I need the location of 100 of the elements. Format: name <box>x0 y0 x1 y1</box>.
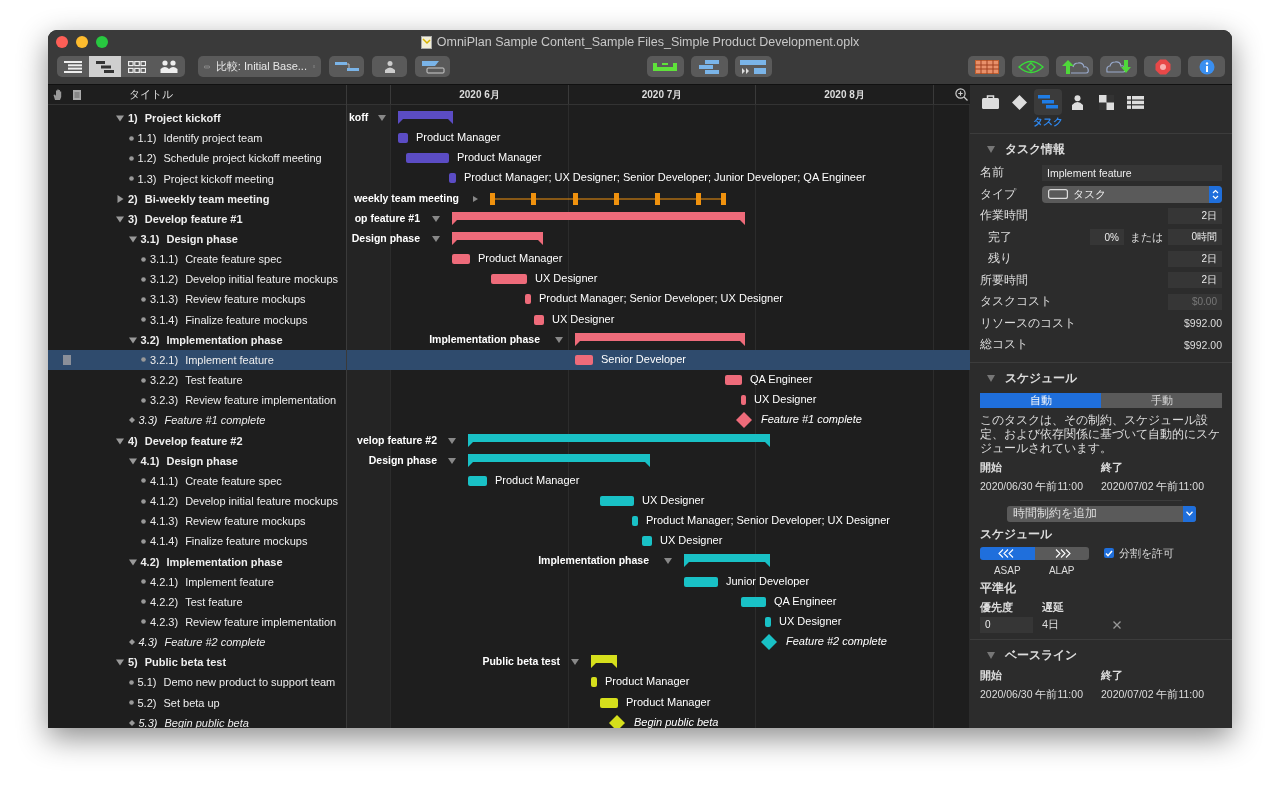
close-button[interactable] <box>56 36 68 48</box>
summary-bar[interactable] <box>575 332 745 346</box>
direction-segment[interactable] <box>1034 546 1089 560</box>
gantt-row[interactable]: UX Designer <box>347 611 970 633</box>
outline-row[interactable]: 1.2) Schedule project kickoff meeting <box>48 148 346 169</box>
gantt-row[interactable]: Product Manager <box>347 692 970 713</box>
gantt-row[interactable]: velop feature #2 <box>347 430 970 451</box>
outline-row[interactable]: 4.1.2) Develop initial feature mockups <box>48 490 346 512</box>
percent-field[interactable]: 0% <box>1090 229 1124 246</box>
task-bar[interactable] <box>491 274 527 285</box>
disclosure-triangle-icon[interactable] <box>432 215 440 222</box>
outline-row[interactable]: 5.1) Demo new product to support team <box>48 672 346 693</box>
toolbar-button[interactable] <box>734 56 772 77</box>
gantt-row[interactable]: Senior Developer <box>347 349 970 371</box>
outline-row[interactable]: 3.1.3) Review feature mockups <box>48 289 346 310</box>
outline-row[interactable]: 3.1.2) Develop initial feature mockups <box>48 269 346 290</box>
outline-row[interactable]: 1) Project kickoff <box>48 108 346 129</box>
gantt-row[interactable]: Feature #1 complete <box>347 410 970 431</box>
gantt-row[interactable]: QA Engineer <box>347 370 970 391</box>
gantt-row[interactable]: UX Designer <box>347 390 970 411</box>
disclosure-triangle-icon[interactable] <box>116 214 124 223</box>
gantt-row[interactable]: Product Manager <box>347 148 970 169</box>
outline-row[interactable]: 4.2.2) Test feature <box>48 591 346 612</box>
outline-row[interactable]: 3.2.1) Implement feature <box>48 349 346 371</box>
task-bar[interactable] <box>741 596 766 607</box>
toolbar-button[interactable] <box>1144 56 1181 77</box>
disclosure-triangle-icon[interactable] <box>448 457 456 464</box>
gantt-row[interactable]: koff <box>347 108 970 129</box>
compare-popup[interactable]: 比較: Initial Base... <box>198 56 321 77</box>
gantt-row[interactable]: Product Manager <box>347 672 970 693</box>
effort-field[interactable]: 2日 <box>1168 207 1222 224</box>
summary-bar[interactable] <box>468 433 770 447</box>
toolbar-button[interactable] <box>1056 56 1093 77</box>
task-bar[interactable] <box>468 475 487 486</box>
task-bar[interactable] <box>632 516 638 527</box>
gantt-row[interactable]: Product Manager <box>347 128 970 149</box>
gantt-row[interactable]: Begin public beta <box>347 712 970 728</box>
gantt-row[interactable]: UX Designer <box>347 531 970 552</box>
task-bar[interactable] <box>591 677 597 688</box>
name-field[interactable]: Implement feature <box>1042 164 1222 181</box>
gantt-row[interactable]: UX Designer <box>347 269 970 290</box>
milestone-diamond[interactable] <box>609 714 625 728</box>
disclosure-triangle-icon[interactable] <box>116 114 124 123</box>
gantt-row[interactable]: Product Manager <box>347 249 970 270</box>
task-bar[interactable] <box>600 697 618 708</box>
view-mode-button[interactable] <box>89 56 121 77</box>
disclosure-triangle-icon[interactable] <box>116 658 124 667</box>
disclosure-triangle-icon[interactable] <box>378 115 386 121</box>
clear-icon[interactable] <box>1113 620 1121 629</box>
outline-row[interactable]: 3.1.1) Create feature spec <box>48 249 346 270</box>
constraint-popup[interactable]: 時間制約を追加 <box>1006 505 1196 522</box>
toolbar-button[interactable] <box>415 56 450 77</box>
disclosure-triangle-icon[interactable] <box>448 437 456 444</box>
outline-row[interactable]: 4.2.1) Implement feature <box>48 571 346 592</box>
schedule-mode-segment[interactable]: 自動 <box>980 392 1101 408</box>
summary-bar[interactable] <box>452 211 745 225</box>
outline-row[interactable]: 4.3) Feature #2 complete <box>48 632 346 653</box>
outline-row[interactable]: 4.2) Implementation phase <box>48 551 346 572</box>
gantt-row[interactable]: UX Designer <box>347 490 970 512</box>
milestone-diamond[interactable] <box>736 412 752 429</box>
gantt-row[interactable]: Design phase <box>347 228 970 250</box>
toolbar-button[interactable] <box>1100 56 1137 77</box>
outline-row[interactable]: 4.1.3) Review feature mockups <box>48 511 346 532</box>
gantt-row[interactable]: Feature #2 complete <box>347 632 970 653</box>
toolbar-button[interactable] <box>968 56 1005 77</box>
duration-field[interactable]: 2日 <box>1168 272 1222 289</box>
checkbox[interactable] <box>1104 548 1114 558</box>
task-bar[interactable] <box>642 536 652 547</box>
outline-row[interactable]: 3.1) Design phase <box>48 228 346 250</box>
disclosure-triangle-icon[interactable] <box>116 194 124 203</box>
task-bar[interactable] <box>525 294 531 305</box>
gantt-row[interactable]: Product Manager; UX Designer; Senior Developer; Junior Developer; QA Engineer <box>347 168 970 189</box>
task-bar[interactable] <box>741 395 746 406</box>
gantt-row[interactable]: Product Manager; Senior Developer; UX Designer <box>347 289 970 310</box>
task-bar[interactable] <box>534 314 544 325</box>
disclosure-triangle-icon[interactable] <box>987 146 995 153</box>
disclosure-triangle-icon[interactable] <box>128 335 137 344</box>
gantt-row[interactable]: Implementation phase <box>347 329 970 350</box>
disclosure-triangle-icon[interactable] <box>128 235 137 243</box>
outline-row[interactable]: 3.2.3) Review feature implementation <box>48 390 346 411</box>
summary-bar[interactable] <box>468 453 650 467</box>
gantt-row[interactable]: Junior Developer <box>347 571 970 592</box>
outline-row[interactable]: 3.2) Implementation phase <box>48 329 346 350</box>
zoom-in-icon[interactable] <box>955 88 968 101</box>
toolbar-button[interactable] <box>372 56 407 77</box>
gantt-row[interactable]: QA Engineer <box>347 591 970 612</box>
outline-row[interactable]: 3.3) Feature #1 complete <box>48 410 346 431</box>
task-bar[interactable] <box>725 375 742 386</box>
direction-segment[interactable] <box>980 546 1035 560</box>
gantt-row[interactable]: Implementation phase <box>347 551 970 572</box>
summary-bar[interactable] <box>684 554 770 568</box>
task-bar[interactable] <box>684 576 718 587</box>
outline-row[interactable]: 4.2.3) Review feature implementation <box>48 611 346 633</box>
disclosure-triangle-icon[interactable] <box>471 195 479 202</box>
toolbar-button[interactable] <box>1188 56 1225 77</box>
milestone-diamond[interactable] <box>761 634 777 651</box>
disclosure-triangle-icon[interactable] <box>571 659 579 666</box>
outline-row[interactable]: 3) Develop feature #1 <box>48 208 346 229</box>
gantt-row[interactable]: op feature #1 <box>347 208 970 229</box>
outline-row[interactable]: 3.1.4) Finalize feature mockups <box>48 309 346 330</box>
